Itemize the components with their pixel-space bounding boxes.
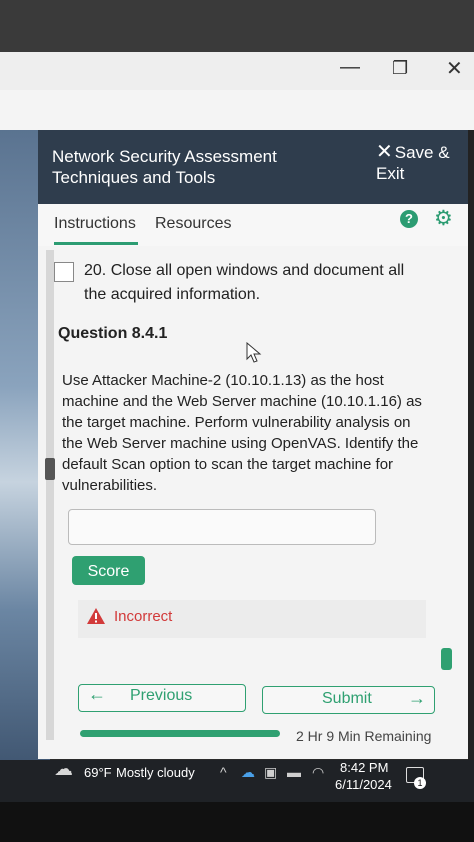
weather-cloud-icon[interactable]: ☁ bbox=[54, 758, 73, 781]
minimize-button[interactable]: — bbox=[340, 56, 360, 79]
save-exit-button[interactable]: ✕ Save & Exit bbox=[376, 142, 461, 184]
tab-instructions[interactable]: Instructions bbox=[54, 215, 136, 233]
step-checkbox[interactable] bbox=[54, 262, 74, 282]
weather-temp[interactable]: 69°F bbox=[84, 765, 112, 780]
browser-toolbar bbox=[0, 90, 474, 131]
submit-label: Submit bbox=[322, 690, 372, 707]
panel-scrollbar-thumb[interactable] bbox=[441, 648, 452, 670]
close-window-button[interactable]: ✕ bbox=[446, 56, 463, 81]
mouse-cursor-icon bbox=[246, 342, 262, 363]
step-text: 20. Close all open windows and document … bbox=[84, 262, 405, 303]
question-title: Question 8.4.1 bbox=[58, 325, 168, 342]
question-body: Use Attacker Machine-2 (10.10.1.13) as t… bbox=[62, 372, 422, 494]
monitor-bezel-bottom bbox=[0, 802, 474, 842]
wifi-icon[interactable]: ◠ bbox=[312, 764, 324, 781]
progress-bar bbox=[80, 730, 280, 737]
warning-icon bbox=[87, 608, 105, 624]
content-scrollbar-thumb[interactable] bbox=[45, 458, 55, 480]
notification-count: 1 bbox=[414, 777, 426, 789]
chevron-up-icon[interactable]: ^ bbox=[220, 764, 227, 780]
arrow-right-icon: → bbox=[408, 688, 426, 708]
score-button[interactable]: Score bbox=[72, 556, 145, 585]
window-edge bbox=[468, 130, 474, 770]
previous-label: Previous bbox=[130, 687, 193, 704]
content-scrollbar-track[interactable] bbox=[46, 250, 54, 740]
result-status: Incorrect bbox=[114, 608, 173, 625]
lab-title: Network Security Assessment Techniques a… bbox=[52, 147, 277, 187]
answer-input[interactable] bbox=[68, 509, 376, 545]
restore-button[interactable]: ❐ bbox=[392, 58, 408, 79]
tab-resources[interactable]: Resources bbox=[155, 215, 231, 233]
time-remaining: 2 Hr 9 Min Remaining bbox=[296, 728, 432, 744]
taskbar-time[interactable]: 8:42 PM bbox=[340, 760, 388, 775]
weather-desc[interactable]: Mostly cloudy bbox=[116, 765, 195, 780]
taskbar-date[interactable]: 6/11/2024 bbox=[335, 777, 392, 792]
arrow-left-icon: ← bbox=[88, 684, 106, 704]
gear-icon[interactable]: ⚙ bbox=[434, 206, 453, 231]
onedrive-cloud-icon[interactable]: ☁ bbox=[241, 764, 255, 781]
close-x-icon: ✕ bbox=[376, 141, 393, 163]
keyboard-icon[interactable]: ▬ bbox=[287, 764, 301, 780]
active-tab-indicator bbox=[54, 242, 138, 245]
help-icon[interactable]: ? bbox=[400, 210, 418, 228]
display-icon[interactable]: ▣ bbox=[264, 764, 277, 781]
